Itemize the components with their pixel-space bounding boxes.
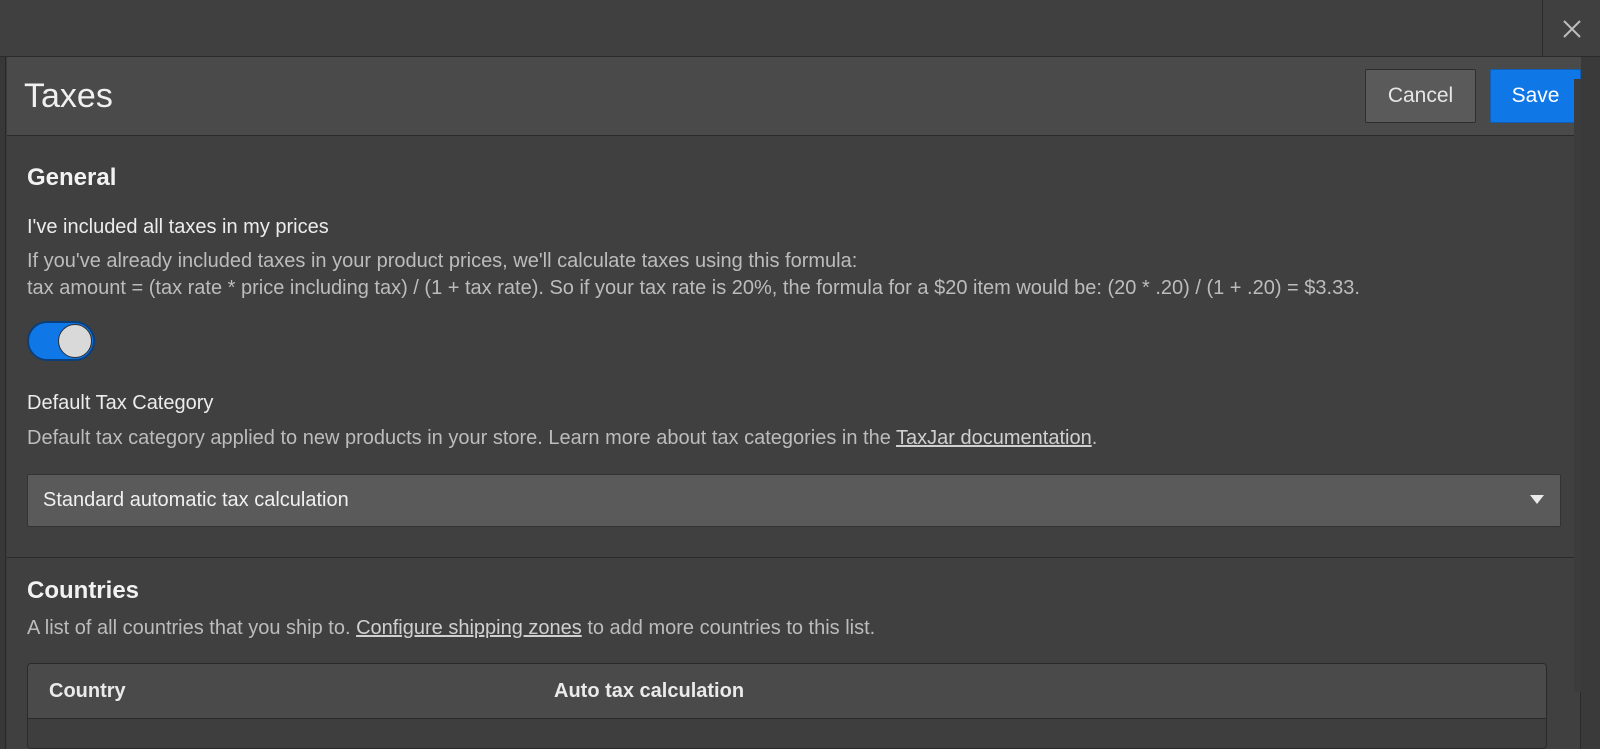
general-section-title: General bbox=[27, 164, 117, 191]
panel-header: Taxes Cancel Save bbox=[7, 57, 1581, 136]
taxes-panel: Taxes Cancel Save General I've included … bbox=[7, 57, 1581, 749]
cancel-button[interactable]: Cancel bbox=[1365, 69, 1476, 123]
select-value: Standard automatic tax calculation bbox=[43, 489, 349, 511]
include-taxes-toggle[interactable] bbox=[27, 321, 95, 361]
chevron-down-icon bbox=[1530, 495, 1544, 504]
default-tax-category-label: Default Tax Category bbox=[27, 392, 214, 414]
background-panel-edge bbox=[0, 57, 6, 749]
countries-help-prefix: A list of all countries that you ship to… bbox=[27, 617, 357, 639]
include-taxes-help-line1: If you've already included taxes in your… bbox=[27, 250, 858, 272]
default-tax-category-help-prefix: Default tax category applied to new prod… bbox=[27, 427, 897, 449]
toggle-knob bbox=[58, 324, 92, 358]
window-topbar bbox=[0, 0, 1600, 57]
countries-help-suffix: to add more countries to this list. bbox=[581, 617, 876, 639]
countries-help: A list of all countries that you ship to… bbox=[27, 615, 875, 642]
countries-table: Country Auto tax calculation bbox=[27, 663, 1547, 749]
default-tax-category-help: Default tax category applied to new prod… bbox=[27, 425, 1097, 452]
save-button[interactable]: Save bbox=[1490, 69, 1581, 123]
default-tax-category-select[interactable]: Standard automatic tax calculation bbox=[27, 474, 1561, 527]
section-divider bbox=[7, 557, 1581, 558]
taxjar-documentation-link[interactable]: TaxJar documentation bbox=[896, 427, 1092, 449]
include-taxes-label: I've included all taxes in my prices bbox=[27, 216, 329, 238]
column-header-country[interactable]: Country bbox=[49, 680, 126, 703]
include-taxes-help-line2: tax amount = (tax rate * price including… bbox=[27, 277, 1360, 299]
column-header-auto-tax[interactable]: Auto tax calculation bbox=[554, 680, 744, 703]
default-tax-category-help-suffix: . bbox=[1091, 427, 1098, 449]
page-title: Taxes bbox=[24, 77, 113, 115]
configure-shipping-zones-link[interactable]: Configure shipping zones bbox=[356, 617, 582, 639]
scrollbar-track[interactable] bbox=[1574, 79, 1581, 692]
countries-section-title: Countries bbox=[27, 577, 140, 604]
close-icon bbox=[1562, 19, 1581, 38]
close-button[interactable] bbox=[1543, 0, 1600, 57]
table-header-row: Country Auto tax calculation bbox=[28, 664, 1546, 719]
